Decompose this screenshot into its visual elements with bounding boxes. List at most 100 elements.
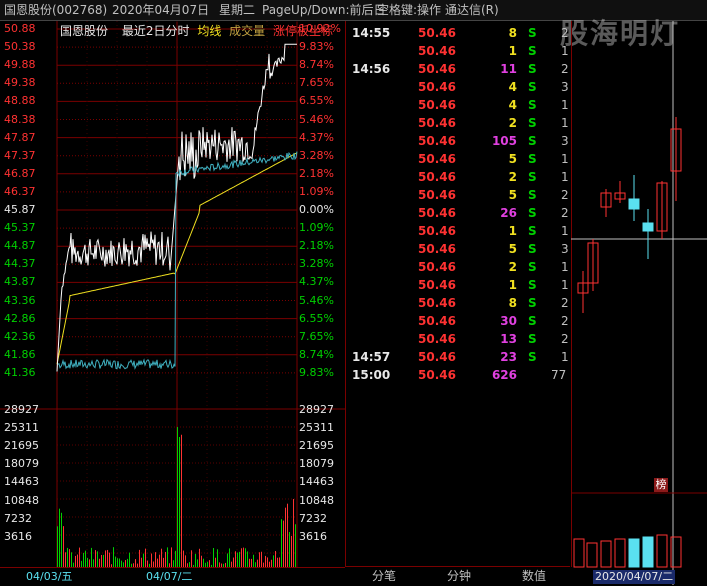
volume-bar [113, 547, 114, 567]
volume-bar [243, 547, 244, 567]
tick-time: 14:56 [352, 62, 391, 76]
tick-side: S [528, 44, 537, 58]
volume-bar [139, 549, 140, 567]
volume-bar [117, 558, 118, 567]
volume-bar [143, 553, 144, 567]
percent-tick-label: 1.09% [299, 221, 334, 235]
tick-row[interactable]: 50.46 1 S 1 [345, 276, 570, 294]
volume-bar [69, 549, 70, 567]
tick-row[interactable]: 50.46 5 S 2 [345, 186, 570, 204]
price-tick-label: 41.86 [4, 347, 36, 361]
tick-volume: 30 [500, 314, 517, 328]
tick-count: 3 [561, 80, 569, 94]
volume-bar [71, 552, 72, 567]
volume-bar [257, 559, 258, 567]
tab-values[interactable]: 数值 [522, 567, 546, 585]
tick-row[interactable]: 15:00 50.46 626 77 [345, 366, 570, 384]
tick-volume: 8 [508, 26, 517, 40]
volume-bar [273, 555, 274, 567]
price-tick-label: 46.37 [4, 184, 36, 198]
kline-volume-bar [642, 536, 654, 568]
volume-bar [241, 548, 242, 567]
tick-volume: 4 [508, 80, 517, 94]
volume-bar [141, 557, 142, 567]
price-tick-label: 43.87 [4, 275, 36, 289]
tick-price: 50.46 [418, 314, 456, 328]
rank-badge[interactable]: 榜 [654, 478, 668, 492]
tick-row[interactable]: 50.46 4 S 1 [345, 96, 570, 114]
tick-row[interactable]: 50.46 30 S 2 [345, 312, 570, 330]
tick-row[interactable]: 50.46 2 S 1 [345, 168, 570, 186]
volume-bar [289, 532, 290, 567]
tick-side: S [528, 278, 537, 292]
volume-tick-label: 21695 [4, 439, 39, 453]
tick-row[interactable]: 14:57 50.46 23 S 1 [345, 348, 570, 366]
tick-volume: 2 [508, 170, 517, 184]
tick-volume: 1 [508, 44, 517, 58]
volume-bar [191, 550, 192, 567]
volume-bar [195, 553, 196, 567]
tick-row[interactable]: 50.46 5 S 3 [345, 240, 570, 258]
percent-tick-label: 0.00% [299, 203, 334, 216]
date-strip: 04/03/五 04/07/二 [0, 567, 345, 586]
tick-row[interactable]: 50.46 13 S 2 [345, 330, 570, 348]
tick-row[interactable]: 50.46 2 S 1 [345, 114, 570, 132]
tick-row[interactable]: 50.46 105 S 3 [345, 132, 570, 150]
volume-tick-label: 7232 [4, 511, 32, 525]
kline-chart[interactable] [571, 21, 707, 585]
volume-bar [229, 548, 230, 567]
tab-ticks[interactable]: 分笔 [372, 567, 396, 585]
volume-bar [275, 550, 276, 567]
volume-bar [227, 553, 228, 567]
percent-tick-label: 5.46% [299, 293, 334, 307]
price-tick-label: 50.88 [4, 22, 36, 35]
percent-tick-label: 6.55% [299, 311, 334, 325]
volume-bar [63, 526, 64, 567]
volume-bar [83, 552, 84, 567]
tab-minutes[interactable]: 分钟 [447, 567, 471, 585]
tick-row[interactable]: 50.46 26 S 2 [345, 204, 570, 222]
volume-bar [127, 558, 128, 567]
tick-count: 2 [561, 296, 569, 310]
volume-bar [279, 557, 280, 567]
percent-tick-label: 7.65% [299, 329, 334, 343]
tick-price: 50.46 [418, 278, 456, 292]
price-tick-label: 48.88 [4, 94, 36, 108]
volume-bar [233, 557, 234, 567]
price-tick-label: 43.36 [4, 293, 36, 307]
tick-row[interactable]: 50.46 1 S 1 [345, 42, 570, 60]
volume-bar [203, 558, 204, 567]
tick-volume: 1 [508, 224, 517, 238]
percent-tick-label: 3.28% [299, 257, 334, 271]
volume-bar [277, 557, 278, 567]
tick-row[interactable]: 50.46 8 S 2 [345, 294, 570, 312]
tick-row[interactable]: 50.46 5 S 1 [345, 150, 570, 168]
volume-bar [135, 559, 136, 567]
tick-row[interactable]: 14:56 50.46 11 S 2 [345, 60, 570, 78]
volume-bar [107, 549, 108, 567]
ma-legend[interactable]: 均线 [197, 24, 221, 38]
kline-volume-bar [628, 538, 640, 568]
volume-legend[interactable]: 成交量 [229, 24, 265, 38]
intraday-chart[interactable] [0, 21, 345, 585]
volume-bar [183, 550, 184, 567]
price-tick-label: 42.86 [4, 311, 36, 325]
volume-bar [95, 550, 96, 567]
tick-time: 14:57 [352, 350, 391, 364]
chart-header: 国恩股份 最近2日分时 均线 成交量 涨停板坐标 [60, 24, 333, 38]
tick-time: 15:00 [352, 368, 391, 382]
volume-tick-label: 10848 [299, 493, 334, 507]
volume-tick-label: 7232 [299, 511, 327, 525]
tick-count: 1 [561, 278, 569, 292]
tick-count: 2 [561, 188, 569, 202]
volume-bar [151, 553, 152, 567]
price-tick-label: 47.87 [4, 130, 36, 144]
tick-row[interactable]: 50.46 2 S 1 [345, 258, 570, 276]
volume-bar [93, 559, 94, 567]
tick-side: S [528, 98, 537, 112]
tick-row[interactable]: 50.46 4 S 3 [345, 78, 570, 96]
stock-title: 国恩股份(002768) [4, 3, 108, 17]
tick-row[interactable]: 50.46 1 S 1 [345, 222, 570, 240]
tick-row[interactable]: 14:55 50.46 8 S 2 [345, 24, 570, 42]
volume-bar [285, 507, 286, 567]
